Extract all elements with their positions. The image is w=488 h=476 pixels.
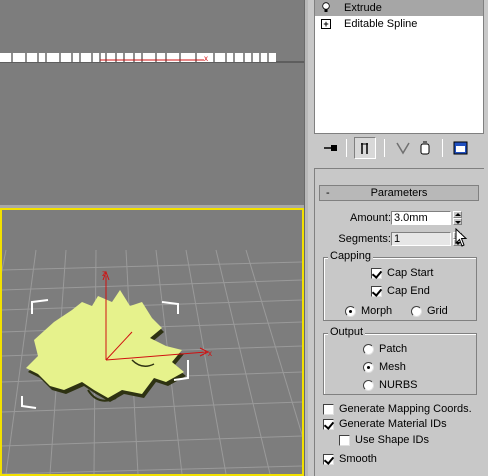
stack-item-label: Extrude xyxy=(344,2,382,14)
spinner-up-icon xyxy=(453,211,462,218)
remove-modifier-icon xyxy=(420,141,430,155)
axis-z-letter: z xyxy=(102,269,106,278)
expand-plus-icon[interactable]: + xyxy=(321,19,331,29)
grid-label[interactable]: Grid xyxy=(427,305,448,317)
axis-x-letter: x xyxy=(204,54,208,63)
rollout-title: Parameters xyxy=(370,187,428,199)
output-group: Output Patch Mesh NURBS xyxy=(323,326,477,395)
make-unique-icon xyxy=(396,142,410,155)
generate-mapping-label[interactable]: Generate Mapping Coords. xyxy=(339,403,472,415)
top-viewport[interactable]: x xyxy=(0,0,304,205)
amount-field[interactable]: 3.0mm xyxy=(391,211,451,225)
capping-group: Capping Cap Start Cap End Morph Grid xyxy=(323,250,477,321)
capping-group-title: Capping xyxy=(328,250,373,262)
mesh-radio[interactable] xyxy=(363,362,374,373)
spinner-down-icon xyxy=(453,218,462,225)
show-end-result-button[interactable] xyxy=(354,137,376,159)
nurbs-radio[interactable] xyxy=(363,380,374,391)
cap-start-checkbox[interactable] xyxy=(371,268,382,279)
remove-modifier-button[interactable] xyxy=(414,137,436,159)
use-shape-ids-label[interactable]: Use Shape IDs xyxy=(355,434,429,446)
segments-field[interactable]: 1 xyxy=(391,232,451,246)
pin-stack-button[interactable] xyxy=(320,137,342,159)
morph-radio[interactable] xyxy=(345,306,356,317)
amount-spinner[interactable] xyxy=(453,211,462,226)
smooth-label[interactable]: Smooth xyxy=(339,453,377,465)
segments-label: Segments: xyxy=(338,233,391,245)
stack-item-extrude[interactable]: Extrude xyxy=(315,0,483,16)
modifier-stack-list[interactable]: Extrude + Editable Spline xyxy=(314,0,484,134)
nurbs-label[interactable]: NURBS xyxy=(379,379,418,391)
smooth-checkbox[interactable] xyxy=(323,454,334,465)
grid-radio[interactable] xyxy=(411,306,422,317)
axis-x-letter: x xyxy=(208,349,212,358)
make-unique-button[interactable] xyxy=(392,137,414,159)
stack-item-label: Editable Spline xyxy=(344,18,418,30)
collapse-icon: - xyxy=(326,187,330,199)
cap-end-checkbox[interactable] xyxy=(371,286,382,297)
perspective-viewport[interactable]: z x xyxy=(0,208,304,476)
stack-toolbar xyxy=(314,137,484,159)
output-group-title: Output xyxy=(328,326,366,338)
generate-material-ids-checkbox[interactable] xyxy=(323,419,334,430)
cap-start-label[interactable]: Cap Start xyxy=(387,267,433,279)
patch-radio[interactable] xyxy=(363,344,374,355)
amount-label: Amount: xyxy=(350,212,391,224)
parameters-rollout-header[interactable]: - Parameters xyxy=(319,185,479,201)
show-end-result-icon xyxy=(361,143,368,154)
stack-item-editable-spline[interactable]: + Editable Spline xyxy=(315,16,483,32)
configure-modifier-sets-icon xyxy=(453,141,468,155)
patch-label[interactable]: Patch xyxy=(379,343,407,355)
generate-mapping-checkbox[interactable] xyxy=(323,404,334,415)
perspective-viewport-canvas: z x xyxy=(2,249,302,474)
parameters-rollout: - Parameters Amount: 3.0mm Segments: 1 C… xyxy=(314,168,484,476)
use-shape-ids-checkbox[interactable] xyxy=(339,435,350,446)
top-viewport-canvas: x xyxy=(0,53,304,63)
extruded-shape-edge-view xyxy=(0,53,276,62)
pin-stack-icon xyxy=(324,145,337,151)
morph-label[interactable]: Morph xyxy=(361,305,392,317)
generate-material-ids-label[interactable]: Generate Material IDs xyxy=(339,418,447,430)
mouse-cursor-icon xyxy=(455,228,468,247)
configure-modifier-sets-button[interactable] xyxy=(450,137,472,159)
mesh-label[interactable]: Mesh xyxy=(379,361,406,373)
cap-end-label[interactable]: Cap End xyxy=(387,285,430,297)
lightbulb-icon[interactable] xyxy=(322,2,330,13)
